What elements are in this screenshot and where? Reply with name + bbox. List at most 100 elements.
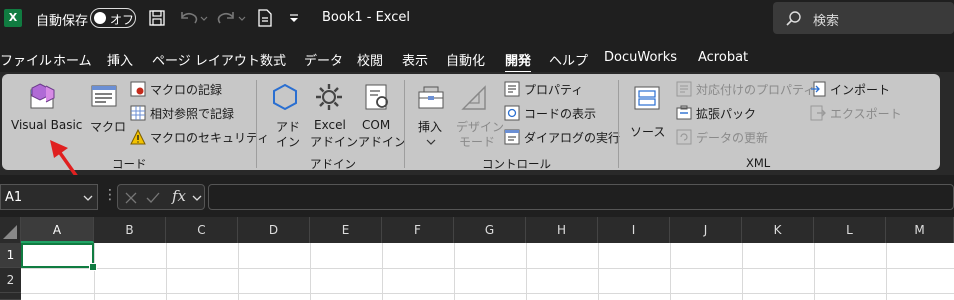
tab-view[interactable]: 表示 (402, 50, 428, 69)
search-box[interactable]: 検索 (773, 2, 954, 34)
run-dialog-label: ダイアログの実行 (524, 131, 621, 145)
column-header[interactable]: K (742, 217, 814, 243)
row-header[interactable]: 1 (0, 243, 21, 268)
export-label: エクスポート (830, 107, 902, 121)
chevron-down-icon[interactable] (83, 194, 93, 202)
design-mode-button[interactable]: デザイン モード (452, 78, 504, 154)
insert-control-label: 挿入 (418, 120, 443, 134)
addins-hexagon-icon (273, 83, 297, 111)
excel-addins-label-2: アドイン (310, 135, 359, 149)
autosave-label: 自動保存 (36, 14, 89, 29)
selected-cell-a1[interactable] (21, 243, 94, 268)
tab-home[interactable]: ホーム (53, 50, 92, 69)
grid-line (742, 243, 743, 300)
macro-button[interactable]: マクロ (86, 78, 126, 138)
addins-button[interactable]: アド イン (264, 78, 304, 154)
column-header[interactable]: A (21, 217, 94, 243)
save-icon[interactable] (148, 9, 166, 27)
column-header[interactable]: M (886, 217, 954, 243)
properties-icon (504, 81, 520, 97)
formula-input[interactable] (208, 184, 954, 210)
tab-page-layout[interactable]: ページ レイアウト (152, 50, 260, 69)
import-label: インポート (830, 83, 891, 97)
tab-review[interactable]: 校閲 (357, 50, 383, 69)
visual-basic-icon (30, 83, 55, 109)
chevron-down-icon[interactable] (192, 194, 202, 202)
column-header[interactable]: L (814, 217, 886, 243)
undo-icon[interactable] (178, 9, 208, 27)
addins-label-2: イン (276, 135, 301, 149)
grid-line (526, 243, 527, 300)
column-header[interactable]: J (670, 217, 742, 243)
import-button[interactable]: インポート (810, 80, 900, 98)
autosave-toggle[interactable]: オフ (90, 8, 136, 28)
expansion-packs-button[interactable]: 拡張パック (676, 104, 766, 122)
run-dialog-icon (504, 129, 520, 145)
row-header[interactable] (0, 293, 21, 300)
excel-logo-icon: X (4, 9, 22, 27)
controls-group-label: コントロール (482, 157, 551, 171)
select-all-corner[interactable] (0, 217, 21, 243)
row-header[interactable]: 2 (0, 268, 21, 293)
com-addins-label-1: COM (362, 118, 391, 132)
formula-bar: A1 ⋮ fx (0, 175, 954, 217)
tab-insert[interactable]: 挿入 (107, 50, 133, 69)
tab-docuworks[interactable]: DocuWorks (604, 50, 677, 65)
macro-list-icon (91, 85, 117, 107)
xml-source-button[interactable]: ソース (626, 78, 670, 154)
insert-function-button[interactable]: fx (172, 187, 186, 205)
refresh-data-button[interactable]: データの更新 (676, 128, 776, 146)
worksheet-grid[interactable]: A B C D E F G H I J K L M 1 2 (0, 217, 954, 300)
view-code-button[interactable]: コードの表示 (504, 104, 604, 122)
grid-line (814, 243, 815, 300)
customize-dropdown-icon[interactable] (288, 12, 300, 24)
relative-reference-button[interactable]: 相対参照で記録 (130, 104, 250, 122)
export-button[interactable]: エクスポート (810, 104, 910, 122)
visual-basic-button[interactable]: Visual Basic (8, 78, 82, 138)
map-properties-button[interactable]: 対応付けのプロパティ (676, 80, 815, 98)
properties-label: プロパティ (524, 83, 584, 97)
tab-help[interactable]: ヘルプ (549, 50, 588, 69)
tab-developer[interactable]: 開発 (505, 50, 532, 73)
grid-line (310, 243, 311, 300)
column-header[interactable]: C (166, 217, 238, 243)
record-macro-button[interactable]: マクロの記録 (130, 80, 250, 98)
macro-security-button[interactable]: マクロのセキュリティ (130, 128, 269, 146)
column-header[interactable]: B (94, 217, 166, 243)
gear-icon (316, 84, 342, 110)
design-mode-label-2: モード (459, 135, 496, 149)
column-header[interactable]: D (238, 217, 310, 243)
column-header[interactable]: E (310, 217, 382, 243)
title-bar: X 自動保存 オフ Book1 - Excel 検索 (0, 0, 954, 38)
redo-icon[interactable] (216, 9, 246, 27)
name-box[interactable]: A1 (0, 184, 98, 210)
xml-source-icon (634, 86, 660, 110)
excel-addins-button[interactable]: Excel アドイン (306, 78, 358, 154)
run-dialog-button[interactable]: ダイアログの実行 (504, 128, 620, 146)
grid-line (382, 243, 383, 300)
fill-handle[interactable] (89, 263, 97, 271)
tab-automate[interactable]: 自動化 (446, 50, 485, 69)
cancel-icon[interactable] (124, 191, 138, 205)
properties-button[interactable]: プロパティ (504, 80, 604, 98)
insert-control-button[interactable]: 挿入 (412, 78, 450, 154)
com-addins-button[interactable]: COM アドイン (354, 78, 406, 154)
document-icon[interactable] (256, 8, 274, 28)
grid-line (454, 243, 455, 300)
view-code-icon (504, 105, 520, 121)
column-header[interactable]: I (598, 217, 670, 243)
enter-check-icon[interactable] (146, 191, 160, 205)
column-header[interactable]: F (382, 217, 454, 243)
column-header[interactable]: H (526, 217, 598, 243)
tab-data[interactable]: データ (304, 50, 343, 69)
column-header[interactable]: G (454, 217, 526, 243)
tab-acrobat[interactable]: Acrobat (698, 50, 748, 65)
tab-file[interactable]: ファイル (0, 50, 52, 69)
refresh-data-label: データの更新 (696, 131, 769, 145)
grid-line (166, 243, 167, 300)
document-title: Book1 - Excel (322, 10, 411, 25)
more-options-icon[interactable]: ⋮ (103, 187, 117, 207)
tab-formulas[interactable]: 数式 (260, 50, 286, 69)
com-addins-label-2: アドイン (358, 135, 407, 149)
relative-reference-icon (130, 105, 146, 121)
